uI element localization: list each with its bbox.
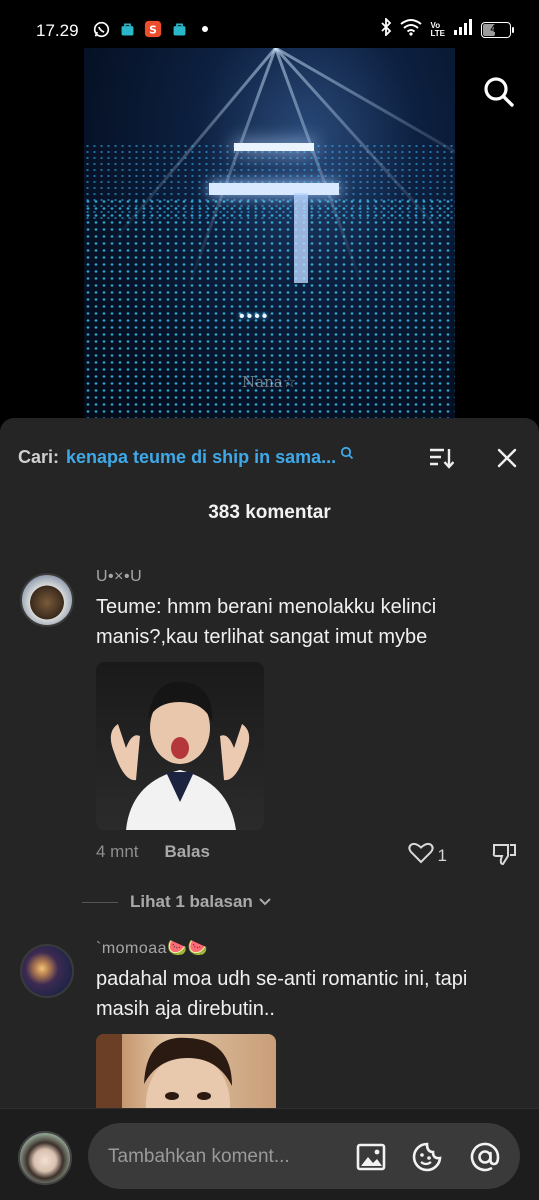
video-player[interactable]: •••• Nana☆ xyxy=(84,48,455,418)
heart-icon xyxy=(407,842,434,869)
avatar[interactable] xyxy=(20,573,74,627)
comment-time: 4 mnt xyxy=(96,842,139,861)
comments-sheet: Cari: kenapa teume di ship in sama... 38… xyxy=(0,418,539,1200)
status-time: 17.29 xyxy=(36,21,79,40)
divider xyxy=(82,901,118,903)
shopee-icon: S xyxy=(144,20,162,38)
battery-level: 48 xyxy=(490,24,502,35)
svg-text:S: S xyxy=(149,24,157,37)
wifi-icon xyxy=(400,18,423,41)
emoji-icon[interactable] xyxy=(410,1140,444,1174)
shop-bag-icon xyxy=(170,20,188,38)
dislike-icon[interactable] xyxy=(491,842,517,871)
comment-text: Teume: hmm berani menolakku kelinci mani… xyxy=(96,596,437,648)
video-watermark: Nana☆ xyxy=(242,373,297,391)
reply-button[interactable]: Balas xyxy=(165,842,210,862)
comment-username[interactable]: U•×•U xyxy=(96,568,511,586)
search-query-link[interactable]: kenapa teume di ship in sama... xyxy=(66,447,336,468)
search-icon[interactable] xyxy=(481,74,517,110)
search-icon xyxy=(340,446,354,460)
view-replies-label: Lihat 1 balasan xyxy=(130,892,253,911)
comment-image[interactable] xyxy=(96,662,264,830)
close-icon[interactable] xyxy=(493,444,521,472)
comment-username[interactable]: `momoaa🍉🍉 xyxy=(96,938,511,958)
comment-count: 383 komentar xyxy=(208,502,331,523)
like-count: 1 xyxy=(437,845,447,865)
stage-rig xyxy=(234,143,314,151)
sort-icon[interactable] xyxy=(427,444,455,472)
comment-input[interactable]: Tambahkan koment... xyxy=(88,1123,520,1189)
shop-bag-icon xyxy=(118,20,136,38)
status-right-icons: Vo LTE 48 xyxy=(380,16,514,41)
like-button[interactable]: 1 xyxy=(407,842,447,869)
image-icon[interactable] xyxy=(354,1140,388,1174)
comment-search-row: Cari: kenapa teume di ship in sama... xyxy=(18,442,521,472)
chevron-down-icon xyxy=(258,897,272,907)
comment-meta: 4 mnt Balas xyxy=(96,842,210,862)
signal-icon xyxy=(453,19,473,40)
video-overlay-glyphs: •••• xyxy=(239,308,270,325)
battery-icon: 48 xyxy=(481,21,514,38)
comment-body: U•×•U Teume: hmm berani menolakku kelinc… xyxy=(96,568,511,830)
comment-input-placeholder: Tambahkan koment... xyxy=(108,1146,290,1167)
comment-text: padahal moa udh se-anti romantic ini, ta… xyxy=(96,968,468,1020)
mention-icon[interactable] xyxy=(468,1140,502,1174)
runway xyxy=(294,193,308,283)
volte-bottom: LTE xyxy=(430,28,445,38)
volte-icon: Vo LTE xyxy=(430,21,445,38)
bluetooth-icon xyxy=(380,16,392,41)
avatar[interactable] xyxy=(18,1131,72,1185)
view-replies-button[interactable]: Lihat 1 balasan xyxy=(82,892,272,912)
dot-icon xyxy=(196,20,214,38)
comment-composer: Tambahkan koment... xyxy=(0,1108,539,1200)
search-label: Cari: xyxy=(18,446,60,467)
status-left-icons: S xyxy=(92,20,214,38)
whatsapp-icon xyxy=(92,20,110,38)
stage xyxy=(209,183,339,195)
avatar[interactable] xyxy=(20,944,74,998)
